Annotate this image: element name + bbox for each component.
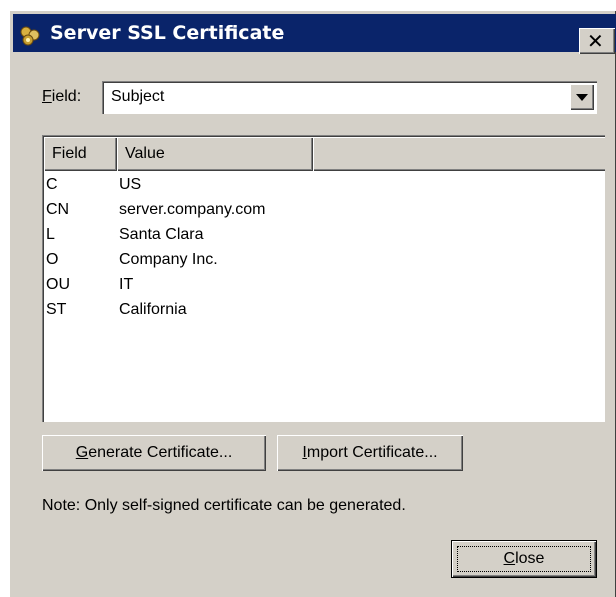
- column-header-value[interactable]: Value: [117, 137, 313, 171]
- list-body: C US CN server.company.com L Santa Clara…: [44, 172, 605, 322]
- window-title: Server SSL Certificate: [50, 22, 285, 44]
- import-certificate-button[interactable]: Import Certificate...: [277, 435, 463, 471]
- field-label: Field:: [42, 88, 82, 105]
- list-item-value: IT: [119, 276, 134, 293]
- list-item-field: C: [46, 176, 58, 193]
- column-header-field[interactable]: Field: [44, 137, 117, 171]
- list-item[interactable]: L Santa Clara: [44, 222, 605, 247]
- list-item[interactable]: C US: [44, 172, 605, 197]
- list-header: Field Value: [44, 137, 605, 171]
- list-item-field: OU: [46, 276, 70, 293]
- dropdown-arrow-button[interactable]: [570, 84, 594, 110]
- list-item[interactable]: CN server.company.com: [44, 197, 605, 222]
- certificate-fields-list[interactable]: Field Value C US CN server.company.com L…: [42, 135, 605, 422]
- list-item-value: Company Inc.: [119, 251, 218, 268]
- list-item[interactable]: O Company Inc.: [44, 247, 605, 272]
- list-item-value: California: [119, 301, 187, 318]
- list-item-field: O: [46, 251, 59, 268]
- dialog-window: Server SSL Certificate ✕ Field: Subject …: [9, 10, 616, 597]
- title-bar[interactable]: Server SSL Certificate: [13, 14, 616, 52]
- list-item-value: US: [119, 176, 142, 193]
- list-item-field: L: [46, 226, 55, 243]
- generate-certificate-button[interactable]: Generate Certificate...: [42, 435, 266, 471]
- list-item-value: Santa Clara: [119, 226, 204, 243]
- field-dropdown-value: Subject: [111, 88, 165, 105]
- focus-rectangle: [457, 546, 591, 572]
- list-item-field: ST: [46, 301, 67, 318]
- list-item-field: CN: [46, 201, 70, 218]
- chevron-down-icon: [576, 94, 588, 101]
- list-item[interactable]: ST California: [44, 297, 605, 322]
- note-text: Note: Only self-signed certificate can b…: [42, 497, 406, 514]
- column-header-empty[interactable]: [313, 137, 605, 171]
- list-item[interactable]: OU IT: [44, 272, 605, 297]
- close-icon: ✕: [587, 29, 604, 53]
- close-window-button[interactable]: ✕: [579, 28, 615, 54]
- close-button[interactable]: Close: [451, 540, 597, 578]
- field-dropdown[interactable]: Subject: [102, 81, 597, 114]
- list-item-value: server.company.com: [119, 201, 266, 218]
- certificate-icon: [19, 22, 41, 46]
